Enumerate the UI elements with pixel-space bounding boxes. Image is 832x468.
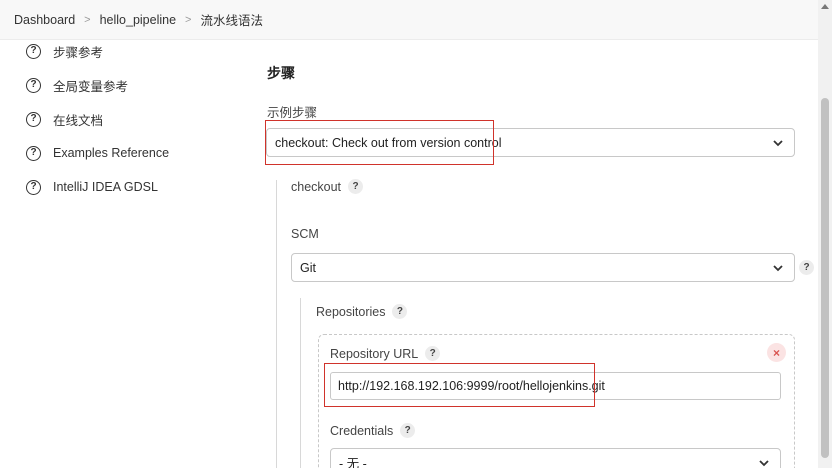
- scm-select[interactable]: Git: [291, 253, 795, 282]
- repositories-label-text: Repositories: [316, 304, 386, 319]
- delete-repository-button[interactable]: ×: [767, 343, 786, 362]
- chevron-down-icon: [773, 140, 783, 147]
- help-circle-icon: ?: [26, 145, 41, 161]
- sample-step-select[interactable]: checkout: Check out from version control: [266, 128, 795, 157]
- sidebar-item-intellij-gdsl[interactable]: ? IntelliJ IDEA GDSL: [26, 178, 158, 196]
- checkout-label-text: checkout: [291, 179, 342, 194]
- scrollbar[interactable]: [818, 0, 832, 468]
- sample-step-label: 示例步骤: [267, 106, 318, 120]
- chevron-down-icon: [759, 460, 769, 467]
- help-circle-icon: ?: [26, 111, 41, 127]
- repositories-label: Repositories ?: [316, 304, 408, 319]
- help-circle-icon: ?: [26, 179, 41, 195]
- scm-value: Git: [300, 260, 316, 275]
- chevron-right-icon: >: [185, 13, 192, 26]
- credentials-select[interactable]: - 无 -: [330, 448, 781, 468]
- chevron-right-icon: >: [84, 13, 91, 26]
- scm-help-icon[interactable]: ?: [799, 260, 814, 275]
- nesting-guide-line: [276, 180, 277, 468]
- credentials-value: - 无 -: [339, 457, 367, 468]
- help-circle-icon: ?: [26, 77, 41, 93]
- breadcrumb: Dashboard > hello_pipeline > 流水线语法: [0, 0, 818, 40]
- chevron-down-icon: [773, 265, 783, 272]
- section-title: 步骤: [267, 65, 295, 81]
- sidebar-item-label: 全局变量参考: [53, 79, 129, 94]
- breadcrumb-job[interactable]: hello_pipeline: [100, 13, 176, 27]
- sidebar-item-global-variables[interactable]: ? 全局变量参考: [26, 76, 128, 94]
- checkout-label: checkout ?: [291, 179, 364, 194]
- close-icon: ×: [772, 345, 780, 360]
- help-icon[interactable]: ?: [348, 179, 364, 194]
- sidebar-item-label: 在线文档: [53, 113, 104, 128]
- nesting-guide-line: [300, 298, 301, 468]
- repository-url-input[interactable]: http://192.168.192.106:9999/root/helloje…: [330, 372, 781, 400]
- help-icon[interactable]: ?: [425, 346, 441, 361]
- sidebar-item-label: 步骤参考: [53, 45, 104, 60]
- sample-step-value: checkout: Check out from version control: [275, 135, 502, 150]
- credentials-label-text: Credentials: [330, 423, 394, 438]
- repository-url-label: Repository URL ?: [330, 346, 441, 361]
- repository-url-value: http://192.168.192.106:9999/root/helloje…: [338, 379, 605, 393]
- help-circle-icon: ?: [26, 43, 41, 59]
- scm-label: SCM: [291, 227, 319, 241]
- scroll-up-arrow-icon[interactable]: [821, 4, 829, 9]
- scrollbar-thumb[interactable]: [821, 98, 829, 458]
- breadcrumb-pipeline-syntax[interactable]: 流水线语法: [200, 10, 263, 29]
- help-icon[interactable]: ?: [392, 304, 408, 319]
- sidebar-item-label: IntelliJ IDEA GDSL: [53, 180, 158, 194]
- help-icon[interactable]: ?: [400, 423, 416, 438]
- sidebar-item-online-docs[interactable]: ? 在线文档: [26, 110, 103, 128]
- credentials-label: Credentials ?: [330, 423, 416, 438]
- sidebar-item-examples-reference[interactable]: ? Examples Reference: [26, 144, 169, 162]
- sidebar-item-steps-reference[interactable]: ? 步骤参考: [26, 42, 103, 60]
- sidebar-item-label: Examples Reference: [53, 146, 170, 160]
- breadcrumb-dashboard[interactable]: Dashboard: [14, 13, 75, 27]
- repository-url-label-text: Repository URL: [330, 346, 419, 361]
